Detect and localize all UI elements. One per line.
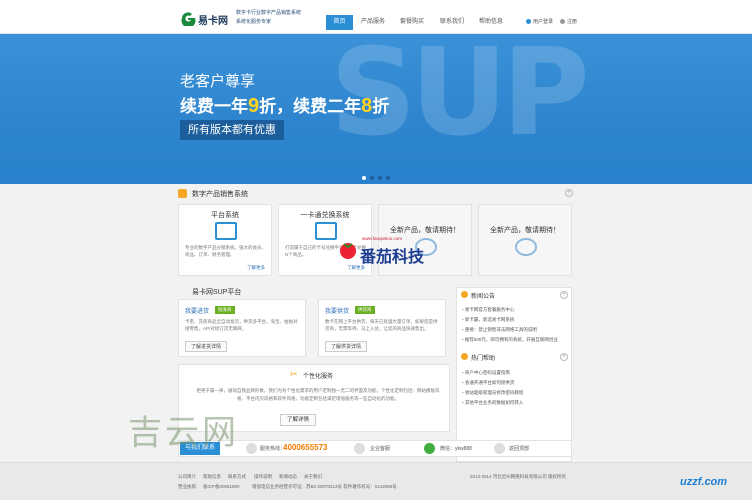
news-title: 新闻公告 xyxy=(471,294,496,300)
custom-service-desc: 拒绝千篇一律，展现自我品牌形象。我们为有个性化需求的用户定制独一无二的界面及功能… xyxy=(196,388,440,401)
watermark-url: www.fanqiekoo.com xyxy=(362,236,403,241)
banner-line3: 所有版本都有优惠 xyxy=(180,120,284,140)
custom-service-title: 个性化服务 xyxy=(303,374,334,380)
learn-more-link[interactable]: 了解更多 xyxy=(247,265,265,271)
footer-icp: 备ICP备00051890 xyxy=(203,484,240,489)
nav-contact[interactable]: 联系我们 xyxy=(437,15,467,30)
monitor-icon xyxy=(215,222,237,240)
footer-cert: 增值电信业务经营许可证：苏B2-20070213号 软件著作权号：0142069… xyxy=(252,484,397,489)
help-item[interactable]: 商户中心密码设置指南 xyxy=(462,368,510,377)
card-title: 一卡通兑换系统 xyxy=(300,212,350,219)
slide-dot-4[interactable] xyxy=(386,176,390,180)
user-icon xyxy=(526,19,531,25)
card-title: 全新产品，敬请期待！ xyxy=(390,227,460,234)
banner-line2: 续费一年9折，续费二年8折 xyxy=(180,95,390,117)
tools-icon: ✂ xyxy=(290,369,298,379)
box-tag: 供货商 xyxy=(355,306,375,314)
logo-icon[interactable] xyxy=(180,10,196,26)
phone-icon xyxy=(246,443,257,454)
tomato-icon xyxy=(340,243,356,259)
box-title: 我要供货 xyxy=(325,309,350,315)
help-title: 热门帮助 xyxy=(471,356,496,362)
nav-help[interactable]: 帮助信息 xyxy=(476,15,506,30)
footer-license[interactable]: 营业执照 xyxy=(178,484,196,490)
qq-label[interactable]: 企业客服 xyxy=(370,445,390,452)
card-desc: 专业的数字产品分销系统，强大的会员、商品、订单、财务管理。 xyxy=(185,245,266,257)
footer-link[interactable]: 关于我们 xyxy=(304,474,322,480)
footer-link[interactable]: 帮助信息 xyxy=(203,474,221,480)
supply-box: 我要供货 供货商 数卡在网上平台供货，每天已处理大量订单，如果您是供货商，无需等… xyxy=(318,299,446,357)
news-item[interactable]: 易卡网官方套餐服务中心 xyxy=(462,305,515,314)
slide-dot-2[interactable] xyxy=(370,176,374,180)
box-desc: 卡密、充值商品全自动发货，供货多平台，淘宝、拍拍对接零售，API对接订货无障碍。 xyxy=(185,319,298,331)
nav-products[interactable]: 产品服务 xyxy=(358,15,388,30)
phone-label: 服务热线： xyxy=(260,446,286,452)
footer-link[interactable]: 操作说明 xyxy=(254,474,272,480)
slide-dot-1[interactable] xyxy=(362,176,366,180)
footer-link[interactable]: 公司简介 xyxy=(178,474,196,480)
help-more-icon[interactable]: + xyxy=(560,353,568,361)
login-label: 用户登录 xyxy=(533,19,554,25)
footer-link[interactable]: 联系方式 xyxy=(228,474,246,480)
login-link[interactable]: 用户登录 xyxy=(526,18,553,25)
nav-home[interactable]: 首页 xyxy=(326,15,353,30)
news-more-icon[interactable]: + xyxy=(560,291,568,299)
qq-icon[interactable] xyxy=(354,443,365,454)
footer-link[interactable]: 新闻动态 xyxy=(279,474,297,480)
register-link[interactable]: 注册 xyxy=(560,18,577,25)
watermark-left: 吉云网 xyxy=(128,413,239,453)
card-title: 全新产品，敬请期待！ xyxy=(490,227,560,234)
supply-details-button[interactable]: 了解供货详情 xyxy=(325,341,368,352)
sup-section-title: 易卡网SUP平台 xyxy=(192,289,242,296)
footer-copyright: 2013-2014 河北沧州网络科技有限公司 版权所有 xyxy=(470,474,567,479)
card-platform[interactable]: 平台系统 专业的数字产品分销系统，强大的会员、商品、订单、财务管理。 了解更多 xyxy=(178,204,272,276)
back-top-label[interactable]: 返回顶部 xyxy=(509,445,529,452)
news-item[interactable]: 推荐500元，即可拥有的系统，开展互联网创业 xyxy=(462,335,558,344)
promo-banner[interactable]: SUP 老客户尊享 续费一年9折，续费二年8折 所有版本都有优惠 xyxy=(0,34,752,184)
wechat-label: 微信：ykw888 xyxy=(440,446,472,452)
news-item[interactable]: 重要：禁止销售非法网络工具的说明 xyxy=(462,325,537,334)
back-top-icon[interactable] xyxy=(494,443,505,454)
help-item[interactable]: 其他平台业务的数据如何转入 xyxy=(462,398,524,407)
refresh-icon xyxy=(515,238,537,256)
register-icon xyxy=(560,19,565,25)
news-item[interactable]: 新卡霸，新选易卡网系统 xyxy=(462,315,515,324)
box-desc: 数卡在网上平台供货，每天已处理大量订单，如果您是供货商，无需等待，马上入驻，让您… xyxy=(325,319,438,331)
phone-number: 4000655573 xyxy=(283,443,328,452)
stock-in-box: 我要进货 批发商 卡密、充值商品全自动发货，供货多平台，淘宝、拍拍对接零售，AP… xyxy=(178,299,306,357)
slide-dot-3[interactable] xyxy=(378,176,382,180)
product-section-icon xyxy=(178,189,187,198)
card-coming-soon-2: 全新产品，敬请期待！ xyxy=(478,204,572,276)
card-exchange-icon xyxy=(315,222,337,240)
footer xyxy=(0,462,752,500)
slogan: 数字卡行业数字产品销售系统 系统化服务专家 xyxy=(236,10,302,25)
expand-icon[interactable]: + xyxy=(565,189,573,197)
news-icon xyxy=(461,291,468,298)
box-title: 我要进货 xyxy=(185,309,210,315)
banner-line1: 老客户尊享 xyxy=(180,73,256,90)
card-title: 平台系统 xyxy=(211,212,239,219)
custom-details-button[interactable]: 了解详情 xyxy=(280,414,317,426)
watermark-brand: 番茄科技 xyxy=(360,249,425,266)
product-section-title: 数字产品销售系统 xyxy=(192,191,248,198)
box-tag: 批发商 xyxy=(215,306,235,314)
watermark-right: uzzf.com xyxy=(680,476,728,488)
register-label: 注册 xyxy=(567,19,578,25)
help-item[interactable]: 易站超级管理员修改密码教程 xyxy=(462,388,524,397)
nav-packages[interactable]: 套餐购买 xyxy=(396,15,428,30)
logo-text[interactable]: 易卡网 xyxy=(198,12,228,27)
help-item[interactable]: 会通开通平台如何接供货 xyxy=(462,378,515,387)
stock-in-details-button[interactable]: 了解进货详情 xyxy=(185,341,228,352)
help-icon xyxy=(461,353,468,360)
wechat-icon xyxy=(424,443,435,454)
